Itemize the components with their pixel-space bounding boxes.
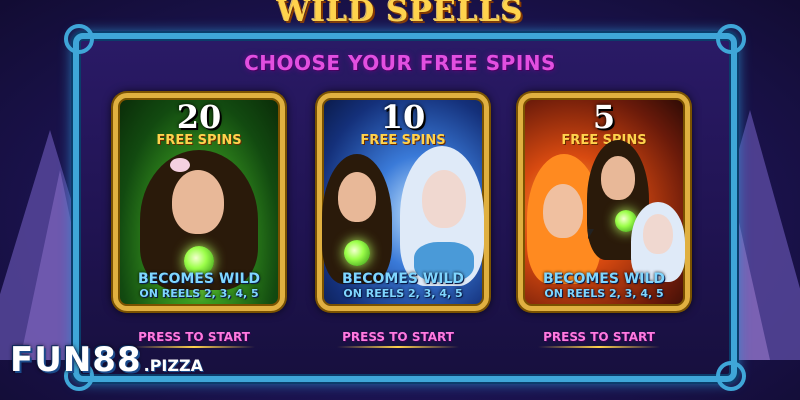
- press-to-start-button-10[interactable]: PRESS TO START: [317, 330, 479, 348]
- free-spins-option-10[interactable]: 10 FREE SPINS BECOMES WILD ON REELS 2, 3…: [317, 93, 489, 311]
- wild-description: BECOMES WILD ON REELS 2, 3, 4, 5: [137, 271, 261, 300]
- wild-description: BECOMES WILD ON REELS 2, 3, 4, 5: [341, 271, 465, 300]
- game-logo: WILD SPELLS: [276, 0, 524, 29]
- watermark-logo: FUN88 .PIZZA: [10, 340, 203, 380]
- choose-free-spins-heading: CHOOSE YOUR FREE SPINS: [244, 51, 556, 75]
- free-spins-option-20[interactable]: 20 FREE SPINS BECOMES WILD ON REELS 2, 3…: [113, 93, 285, 311]
- press-to-start-button-5[interactable]: PRESS TO START: [518, 330, 680, 348]
- celtic-knot-icon: [716, 24, 746, 54]
- celtic-knot-icon: [64, 24, 94, 54]
- celtic-knot-icon: [716, 361, 746, 391]
- wild-description: BECOMES WILD ON REELS 2, 3, 4, 5: [542, 271, 666, 300]
- mouse-cursor-icon: [588, 229, 594, 239]
- free-spins-option-5[interactable]: 5 FREE SPINS BECOMES WILD ON REELS 2, 3,…: [518, 93, 690, 311]
